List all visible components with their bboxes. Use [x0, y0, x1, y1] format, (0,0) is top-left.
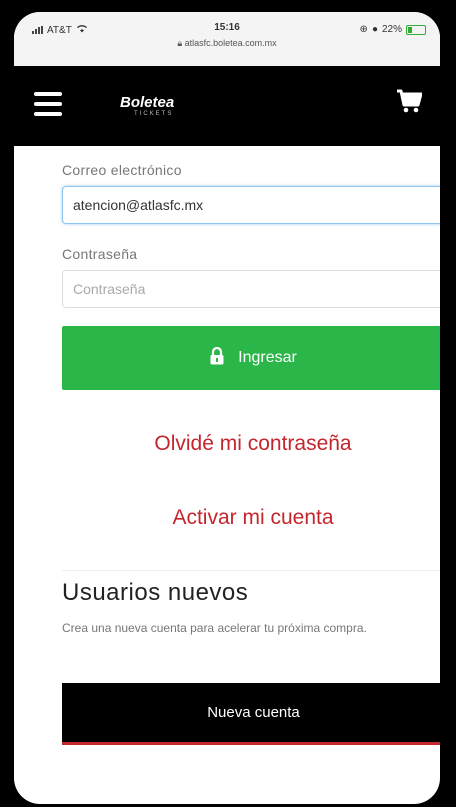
menu-icon[interactable] [34, 92, 62, 118]
login-button[interactable]: Ingresar [62, 326, 440, 390]
browser-url[interactable]: 🔒︎ atlasfc.boletea.com.mx [14, 38, 440, 49]
logo-text: Boletea [120, 94, 175, 111]
status-right: ⊕ ● 22% [360, 24, 426, 35]
new-account-button[interactable]: Nueva cuenta [62, 683, 440, 745]
cart-icon[interactable] [396, 88, 423, 119]
new-users-description: Crea una nueva cuenta para acelerar tu p… [62, 621, 367, 635]
lock-small-icon: 🔒︎ [177, 38, 183, 48]
email-field[interactable] [62, 186, 440, 224]
email-label: Correo electrónico [62, 162, 182, 178]
password-label: Contraseña [62, 246, 138, 262]
alarm-icon: ⊕ [359, 24, 368, 35]
phone-screen: AT&T 15:16 🔒︎ atlasfc.boletea.com.mx ⊕ ●… [14, 12, 440, 804]
moon-icon: ● [371, 24, 378, 35]
section-divider [62, 570, 440, 571]
battery-percent: 22% [381, 24, 402, 35]
activate-account-link[interactable]: Activar mi cuenta [62, 506, 440, 530]
battery-icon [406, 24, 426, 35]
logo-subtext: TICKETS [134, 111, 174, 117]
new-users-heading: Usuarios nuevos [62, 579, 249, 606]
forgot-password-link[interactable]: Olvidé mi contraseña [62, 432, 440, 456]
status-bar: AT&T 15:16 🔒︎ atlasfc.boletea.com.mx ⊕ ●… [14, 12, 440, 66]
url-text: atlasfc.boletea.com.mx [184, 38, 277, 48]
boletea-logo[interactable]: Boletea TICKETS [120, 94, 174, 117]
login-form: Correo electrónico Contraseña Ingresar O… [62, 162, 440, 745]
login-button-label: Ingresar [238, 349, 297, 366]
padlock-icon [210, 346, 224, 370]
password-field[interactable] [62, 270, 440, 308]
top-navbar: Boletea TICKETS [14, 66, 440, 146]
